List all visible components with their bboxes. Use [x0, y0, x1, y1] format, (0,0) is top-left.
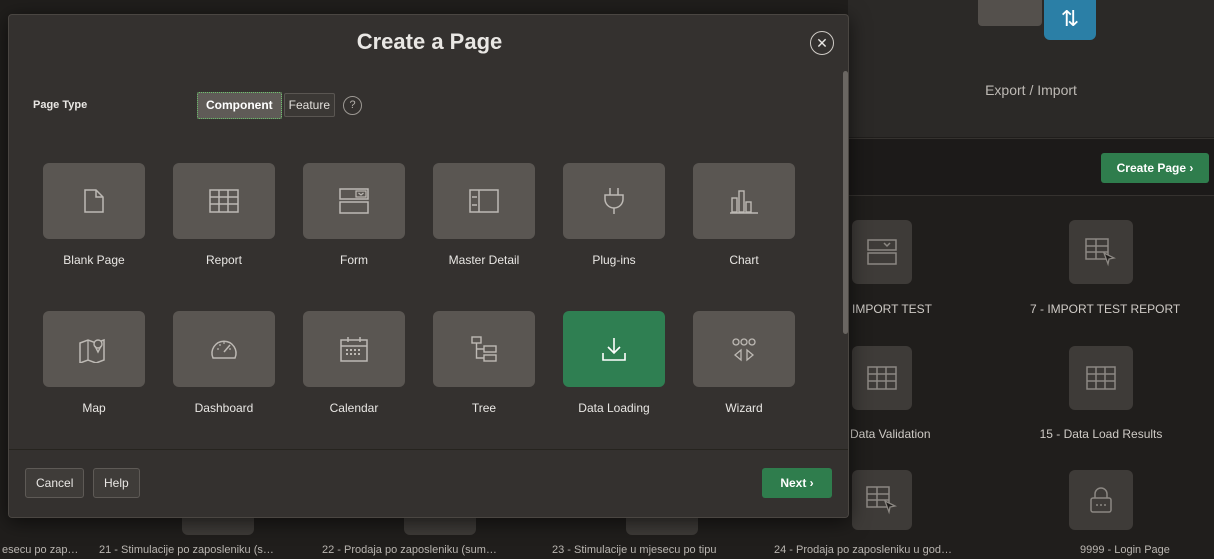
tile-label: Tree: [471, 401, 497, 415]
tile-data-loading[interactable]: Data Loading: [549, 311, 679, 415]
report-icon: [209, 189, 239, 213]
page-type-label: Page Type: [33, 99, 88, 111]
export-import-icon: ⇅: [978, 0, 1096, 40]
tile-icon-box[interactable]: [693, 163, 795, 239]
tile-form[interactable]: Form: [289, 163, 419, 267]
create-page-button[interactable]: Create Page ›: [1101, 153, 1209, 183]
card-label[interactable]: 9999 - Login Page: [1080, 544, 1170, 556]
card-icon-stub: [404, 517, 476, 535]
tile-label: Report: [205, 253, 243, 267]
plugin-icon: [604, 188, 624, 214]
tile-icon-box[interactable]: [433, 311, 535, 387]
tile-icon-box[interactable]: [43, 311, 145, 387]
tile-label: Chart: [729, 253, 759, 267]
tile-icon-box[interactable]: [43, 163, 145, 239]
tile-icon-box[interactable]: [173, 311, 275, 387]
page-type-switch: Component Feature ?: [197, 91, 363, 119]
tile-label: Wizard: [725, 401, 763, 415]
tile-label: Form: [340, 253, 368, 267]
map-icon: [79, 338, 105, 363]
tile-label: Master Detail: [448, 253, 520, 267]
tile-chart[interactable]: Chart: [679, 163, 809, 267]
close-icon[interactable]: ✕: [810, 31, 834, 55]
tile-plug-ins[interactable]: Plug-ins: [549, 163, 679, 267]
bottom-card-labels: esecu po zap… 21 - Stimulacije po zaposl…: [0, 541, 1214, 559]
tile-icon-box[interactable]: [563, 311, 665, 387]
list-icon: [978, 0, 1042, 26]
report-icon[interactable]: [1069, 346, 1133, 410]
tile-icon-box[interactable]: [433, 163, 535, 239]
tile-calendar[interactable]: Calendar: [289, 311, 419, 415]
card-label[interactable]: 15 - Data Load Results: [1030, 427, 1172, 441]
component-option[interactable]: Component: [197, 91, 282, 119]
help-button[interactable]: Help: [93, 468, 140, 498]
report-cursor-icon[interactable]: [852, 470, 912, 530]
cancel-button[interactable]: Cancel: [25, 468, 85, 498]
master-detail-icon: [469, 189, 499, 213]
card-label[interactable]: 22 - Prodaja po zaposleniku (sum…: [322, 544, 497, 556]
calendar-icon: [340, 337, 368, 362]
scrollbar[interactable]: [843, 71, 848, 334]
card-icon-stub: [626, 517, 698, 535]
form-icon[interactable]: [852, 220, 912, 284]
tree-icon: [471, 336, 497, 362]
tile-icon-box[interactable]: [173, 163, 275, 239]
tile-icon-box[interactable]: [303, 163, 405, 239]
card-label[interactable]: IMPORT TEST: [852, 302, 932, 316]
export-import-label: Export / Import: [985, 82, 1077, 98]
feature-option[interactable]: Feature: [283, 93, 336, 117]
tile-icon-box[interactable]: [563, 163, 665, 239]
report-cursor-icon[interactable]: [1069, 220, 1133, 284]
help-icon[interactable]: ?: [343, 95, 363, 115]
tile-icon-box[interactable]: [693, 311, 795, 387]
dialog-footer: Cancel Help Next ›: [9, 449, 848, 517]
chart-icon: [730, 190, 758, 214]
arrows-updown-icon: ⇅: [1044, 0, 1096, 40]
card-label[interactable]: Data Validation: [850, 427, 931, 441]
card-label[interactable]: 23 - Stimulacije u mjesecu po tipu: [552, 544, 716, 556]
blank-page-icon: [84, 189, 104, 213]
tile-label: Map: [82, 401, 106, 415]
lock-icon[interactable]: [1069, 470, 1133, 530]
dialog-title: Create a Page: [356, 29, 503, 54]
next-button[interactable]: Next ›: [762, 468, 832, 498]
card-label[interactable]: 7 - IMPORT TEST REPORT: [1030, 302, 1180, 316]
data-loading-icon: [602, 338, 626, 361]
card-label[interactable]: 24 - Prodaja po zaposleniku u god…: [774, 544, 952, 556]
wizard-icon: [732, 338, 756, 362]
tile-tree[interactable]: Tree: [419, 311, 549, 415]
tile-label: Plug-ins: [592, 253, 636, 267]
report-icon[interactable]: [852, 346, 912, 410]
tile-report[interactable]: Report: [159, 163, 289, 267]
tile-master-detail[interactable]: Master Detail: [419, 163, 549, 267]
card-icon-stub: [182, 517, 254, 535]
card-label[interactable]: esecu po zap…: [2, 544, 78, 556]
tile-dashboard[interactable]: Dashboard: [159, 311, 289, 415]
dashboard-icon: [211, 340, 237, 359]
tile-wizard[interactable]: Wizard: [679, 311, 809, 415]
card-label[interactable]: 21 - Stimulacije po zaposleniku (s…: [99, 544, 274, 556]
create-page-dialog: Create a Page ✕ Page Type Component Feat…: [8, 14, 849, 518]
tile-label: Blank Page: [63, 253, 125, 267]
tile-label: Calendar: [329, 401, 379, 415]
tile-icon-box[interactable]: [303, 311, 405, 387]
tile-blank-page[interactable]: Blank Page: [29, 163, 159, 267]
tile-label: Dashboard: [194, 401, 254, 415]
form-icon: [339, 188, 369, 214]
tile-label: Data Loading: [578, 401, 650, 415]
tile-map[interactable]: Map: [29, 311, 159, 415]
